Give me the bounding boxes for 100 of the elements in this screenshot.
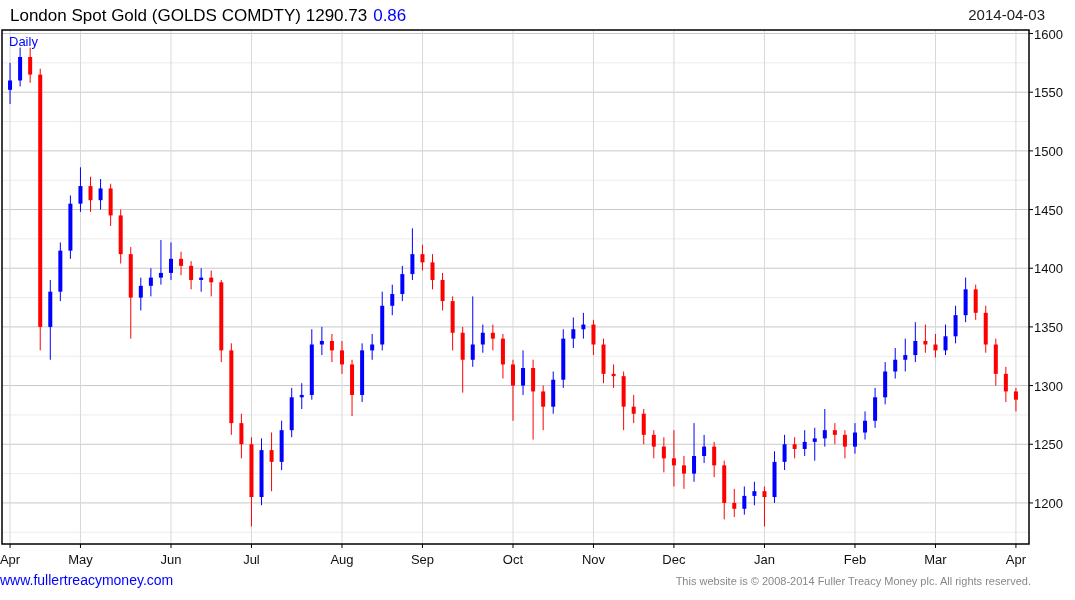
candle xyxy=(430,253,435,290)
candle xyxy=(299,382,304,410)
candle xyxy=(742,486,747,516)
candle xyxy=(390,284,395,316)
axis-label: Oct xyxy=(502,552,524,567)
candle xyxy=(1013,387,1018,412)
candle xyxy=(561,328,566,389)
axis-label: Jul xyxy=(243,552,260,567)
candle xyxy=(279,420,284,471)
candle xyxy=(360,342,365,403)
candle xyxy=(722,460,727,520)
candle xyxy=(893,347,898,380)
candle xyxy=(440,272,445,311)
candle xyxy=(993,338,998,387)
axis-label: Apr xyxy=(0,552,21,567)
candle xyxy=(269,432,274,492)
candle xyxy=(460,326,465,394)
candle xyxy=(541,385,546,431)
candle xyxy=(621,371,626,431)
axis-label: 1500 xyxy=(1034,143,1063,159)
axis-label: Apr xyxy=(1005,552,1027,567)
candle xyxy=(873,387,878,429)
candle xyxy=(682,455,686,490)
price-change: 0.86 xyxy=(373,7,407,24)
candle xyxy=(189,260,194,290)
candle xyxy=(8,62,13,105)
candle xyxy=(832,422,837,445)
candle xyxy=(983,305,988,354)
candle xyxy=(400,265,405,302)
candle xyxy=(319,326,324,356)
candle xyxy=(802,429,807,457)
candle xyxy=(792,436,797,459)
axis-label: 1550 xyxy=(1034,85,1063,101)
candle xyxy=(490,324,495,351)
candle xyxy=(933,333,938,358)
candle xyxy=(752,481,757,506)
axis-label: 1600 xyxy=(1034,28,1063,42)
candle xyxy=(671,429,676,487)
candle xyxy=(521,349,526,396)
candle xyxy=(641,408,646,445)
candle xyxy=(863,410,868,441)
axis-label: Feb xyxy=(843,552,867,567)
candle xyxy=(88,176,93,213)
candle xyxy=(772,450,777,504)
axis-label: Jan xyxy=(753,552,775,567)
candle xyxy=(370,333,375,361)
candle xyxy=(108,183,113,227)
axis-label: Nov xyxy=(581,552,605,567)
interval-label: Daily xyxy=(9,34,38,49)
candle xyxy=(410,227,415,281)
candle xyxy=(853,422,857,455)
candle xyxy=(1003,366,1008,403)
website-link[interactable]: www.fullertreacymoney.com xyxy=(0,570,174,591)
candle xyxy=(138,277,143,311)
candle xyxy=(450,295,455,351)
candle xyxy=(812,427,817,462)
candle xyxy=(712,441,717,478)
candle xyxy=(842,429,847,459)
candle xyxy=(631,394,636,424)
axis-label: 1400 xyxy=(1034,261,1063,277)
candle xyxy=(943,324,948,356)
candle xyxy=(963,277,968,323)
candle xyxy=(329,333,334,363)
candle xyxy=(420,244,425,272)
candle xyxy=(762,486,767,527)
axis-label: 1450 xyxy=(1034,202,1063,218)
candle xyxy=(692,422,697,483)
axis-label: 1350 xyxy=(1034,319,1063,335)
candle xyxy=(953,305,958,344)
candle xyxy=(591,319,596,356)
candle xyxy=(702,434,707,464)
candle xyxy=(913,321,918,363)
candle xyxy=(903,338,908,372)
axis-label: Sep xyxy=(410,552,435,567)
candle xyxy=(209,270,214,297)
chart-title: London Spot Gold (GOLDS COMDTY) 1290.73 xyxy=(10,7,368,24)
candle xyxy=(611,363,616,389)
axis-label: Mar xyxy=(924,552,947,567)
candle xyxy=(78,166,83,213)
candle xyxy=(68,194,73,260)
candle xyxy=(118,209,123,265)
candle xyxy=(973,284,978,321)
axis-label: Jun xyxy=(160,552,182,567)
candle xyxy=(923,324,928,354)
candle xyxy=(380,291,385,351)
candle xyxy=(732,488,737,518)
candle xyxy=(259,437,264,506)
candle xyxy=(179,251,184,276)
candle xyxy=(661,436,666,473)
axis-label: Aug xyxy=(330,552,354,567)
candle xyxy=(148,267,153,297)
candle xyxy=(340,340,344,375)
candle xyxy=(158,239,163,286)
candle xyxy=(571,317,576,349)
candle xyxy=(98,178,103,211)
candle xyxy=(28,47,33,84)
candle xyxy=(239,413,244,459)
candle xyxy=(581,312,586,340)
candle xyxy=(883,361,888,405)
candle xyxy=(18,47,23,87)
